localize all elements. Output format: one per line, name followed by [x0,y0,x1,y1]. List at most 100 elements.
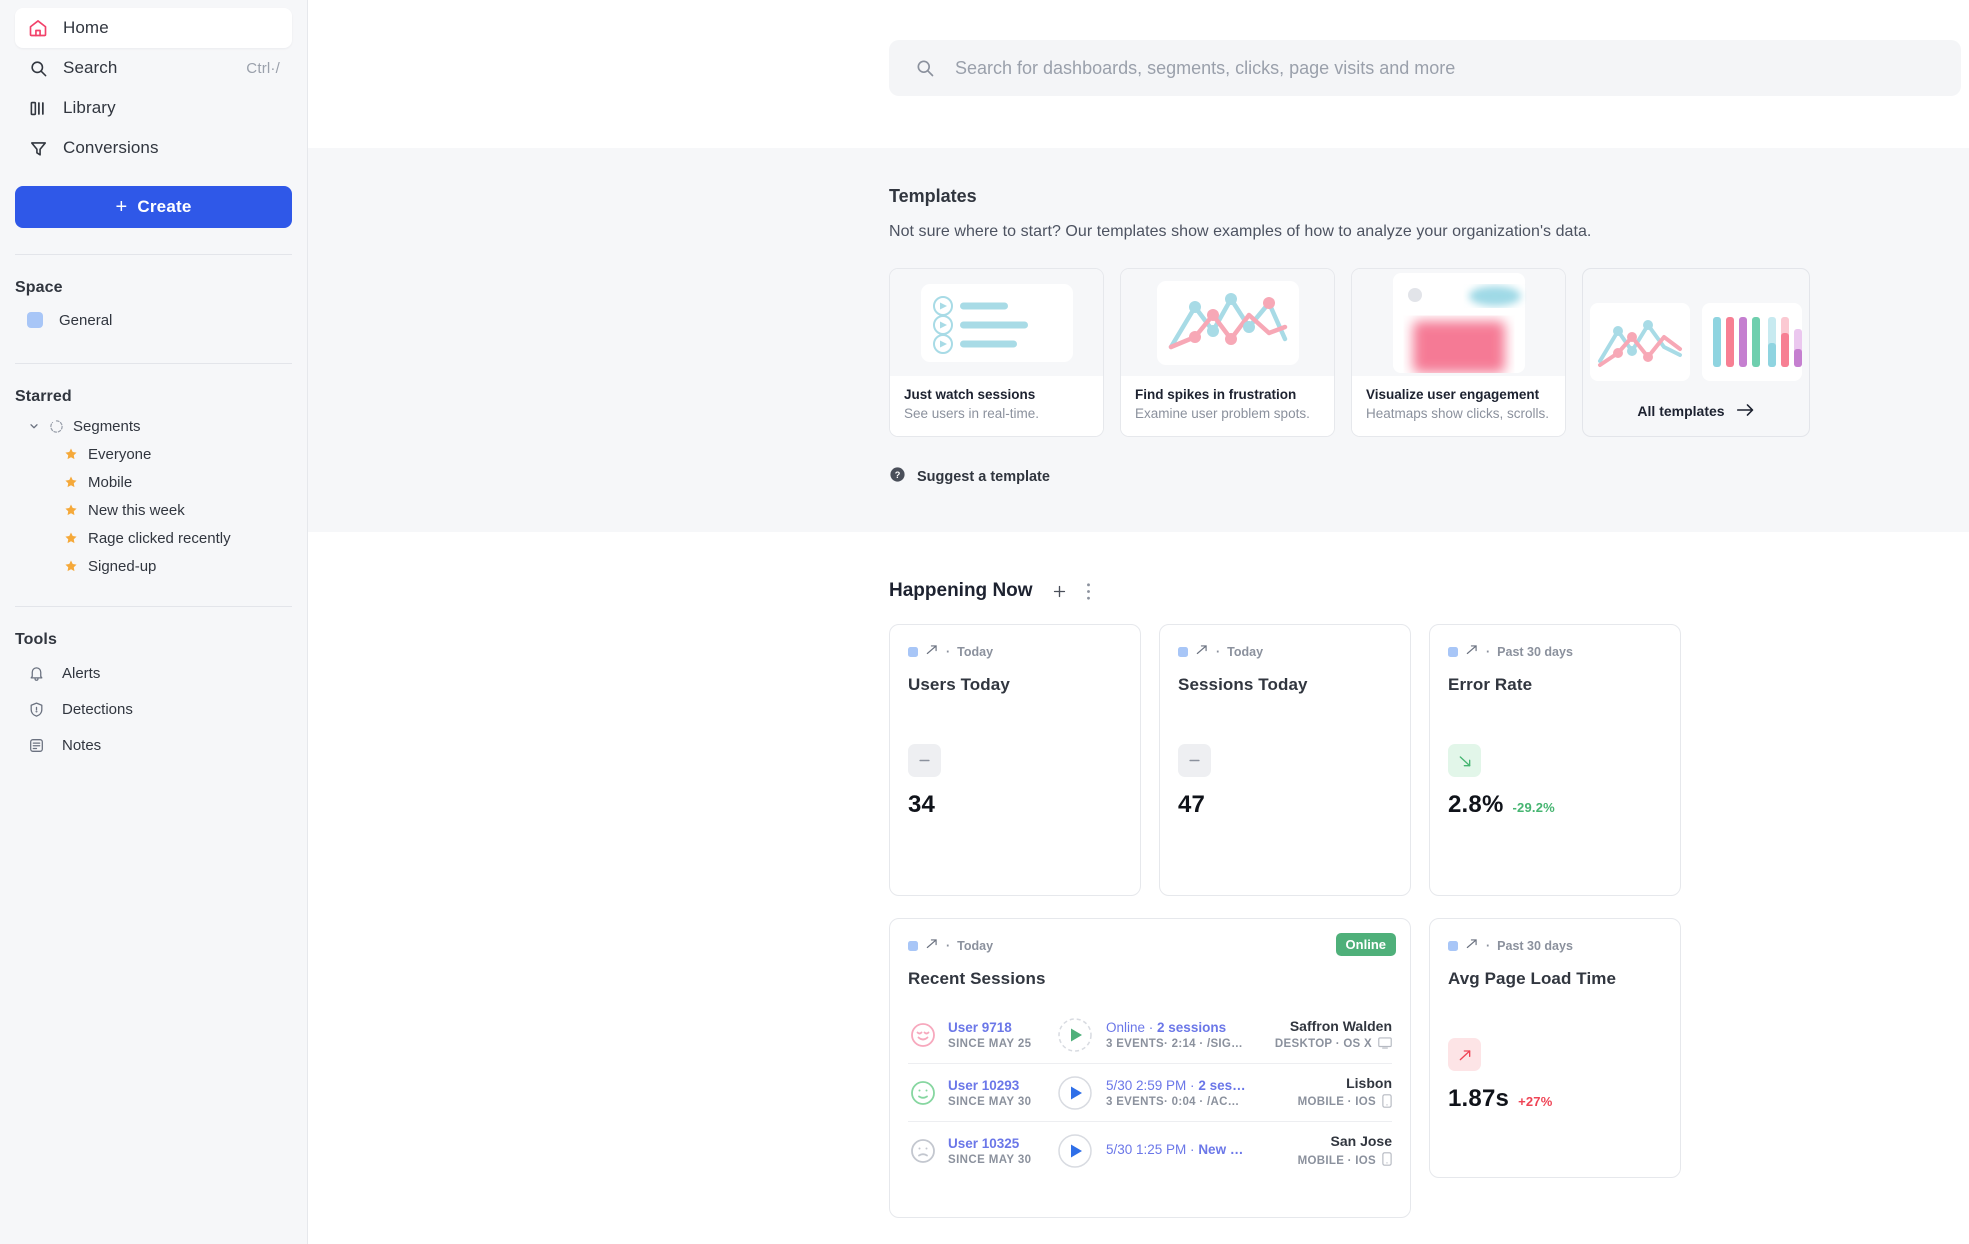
session-detail-primary: 5/30 2:59 PM · 2 ses… [1106,1077,1246,1093]
session-user-name[interactable]: User 9718 [948,1020,1056,1035]
all-templates-link[interactable]: All templates [1637,381,1754,420]
segments-label: Segments [73,417,141,435]
sidebar-item-new-this-week[interactable]: New this week [15,496,292,524]
card-kicker: · Past 30 days [1448,937,1662,954]
play-session-button[interactable] [1056,1132,1094,1170]
sidebar-item-home[interactable]: Home [15,8,292,48]
create-button[interactable]: + Create [15,186,292,228]
search-icon [27,57,49,79]
funnel-icon [27,137,49,159]
session-row[interactable]: User 10293 SINCE MAY 30 5/30 2:59 PM · 2… [908,1064,1392,1122]
metric-title: Users Today [908,675,1010,694]
metric-title: Sessions Today [1178,675,1308,694]
metric-card-avg-page-load-time[interactable]: · Past 30 days Avg Page Load Time 1.87s … [1429,918,1681,1178]
tool-label: Detections [62,700,133,718]
space-color-swatch [27,312,43,328]
star-icon [63,531,78,546]
home-icon [27,17,49,39]
metric-card-users-today[interactable]: · Today Users Today 34 [889,624,1141,896]
primary-nav: Home Search Ctrl·/ Library Conversions [15,0,292,168]
sidebar-item-label: Library [63,98,116,117]
suggest-template-label: Suggest a template [917,469,1050,485]
template-card-just-watch-sessions[interactable]: Just watch sessions See users in real-ti… [889,268,1104,437]
session-user-name[interactable]: User 10325 [948,1136,1056,1151]
metric-delta: -29.2% [1512,800,1555,815]
kicker-range: Today [1227,644,1264,659]
metric-value: 34 [908,791,936,818]
card-kicker: · Today [1178,643,1392,660]
happening-now-title: Happening Now [889,580,1033,601]
starred-label: Rage clicked recently [88,529,231,547]
starred-label: Mobile [88,473,133,491]
session-city: Lisbon [1346,1074,1392,1091]
segments-icon [48,418,64,434]
trend-arrow-icon [1465,643,1479,660]
session-location: San Jose MOBILE · IOS [1288,1133,1392,1169]
kicker-range: Today [957,644,994,659]
trend-arrow-icon [1195,643,1209,660]
chevron-down-icon [27,419,41,433]
play-session-button[interactable] [1056,1016,1094,1054]
sidebar-item-everyone[interactable]: Everyone [15,440,292,468]
kicker-range: Past 30 days [1497,644,1573,659]
happening-now-section: Happening Now · Today Users Today 34 · T… [308,532,1969,1218]
plus-icon[interactable] [1051,583,1068,600]
status-badge: Online [1335,933,1396,956]
all-templates-card[interactable]: All templates [1582,268,1810,437]
sessions-list: User 9718 SINCE MAY 25 Online · 2 sessio… [908,1006,1392,1180]
trend-indicator-down [1448,744,1481,777]
svg-text:?: ? [895,470,901,480]
metric-title: Avg Page Load Time [1448,969,1617,988]
session-user: User 10325 SINCE MAY 30 [948,1136,1056,1166]
suggest-template-button[interactable]: ? Suggest a template [889,466,1969,488]
search-icon [915,58,935,78]
templates-title: Templates [889,186,977,206]
star-icon [63,447,78,462]
space-color-swatch [908,646,918,657]
session-since: SINCE MAY 25 [948,1037,1032,1050]
session-user-name[interactable]: User 10293 [948,1078,1056,1093]
play-session-button[interactable] [1056,1074,1094,1112]
sidebar-item-alerts[interactable]: Alerts [15,655,292,691]
tool-label: Alerts [62,664,101,682]
sidebar-group-segments[interactable]: Segments [15,412,292,440]
session-user: User 10293 SINCE MAY 30 [948,1078,1056,1108]
mobile-icon [1382,1093,1392,1111]
all-templates-label: All templates [1637,403,1725,419]
library-icon [27,97,49,119]
metric-card-error-rate[interactable]: · Past 30 days Error Rate 2.8% -29.2% [1429,624,1681,896]
kebab-menu-icon[interactable] [1086,582,1091,601]
star-icon [63,503,78,518]
trend-indicator-flat [908,744,941,777]
template-card-find-spikes-in-frustration[interactable]: Find spikes in frustration Examine user … [1120,268,1335,437]
session-city: San Jose [1330,1133,1392,1149]
metric-value-row: 47 [1178,791,1392,819]
session-user: User 9718 SINCE MAY 25 [948,1020,1056,1050]
sessions-row: Online · Today Recent Sessions User 9718… [889,918,1969,1218]
recent-sessions-card: Online · Today Recent Sessions User 9718… [889,918,1411,1218]
search-input[interactable] [955,57,1935,79]
template-desc: Examine user problem spots. [1135,406,1310,421]
card-kicker: · Past 30 days [1448,643,1662,660]
global-search-bar[interactable] [889,40,1961,96]
sidebar-item-library[interactable]: Library [15,88,292,128]
sidebar-item-general[interactable]: General [15,303,292,337]
sidebar-item-signed-up[interactable]: Signed-up [15,552,292,580]
sidebar-item-search[interactable]: Search Ctrl·/ [15,48,292,88]
session-row[interactable]: User 9718 SINCE MAY 25 Online · 2 sessio… [908,1006,1392,1064]
session-row[interactable]: User 10325 SINCE MAY 30 5/30 1:25 PM · N… [908,1122,1392,1180]
plus-icon: + [115,196,128,218]
sidebar-item-conversions[interactable]: Conversions [15,128,292,168]
sidebar-item-mobile[interactable]: Mobile [15,468,292,496]
sidebar-item-notes[interactable]: Notes [15,727,292,763]
sidebar-item-detections[interactable]: Detections [15,691,292,727]
session-city: Saffron Walden [1289,1017,1392,1034]
metric-card-sessions-today[interactable]: · Today Sessions Today 47 [1159,624,1411,896]
bell-icon [27,664,46,683]
line-chart-thumb [1121,269,1334,376]
metric-title: Error Rate [1448,675,1533,694]
template-card-visualize-user-engagement[interactable]: Visualize user engagement Heatmaps show … [1351,268,1566,437]
metric-value: 2.8% [1448,791,1504,818]
metric-delta: +27% [1518,1094,1553,1109]
sidebar-item-rage-clicked-recently[interactable]: Rage clicked recently [15,524,292,552]
